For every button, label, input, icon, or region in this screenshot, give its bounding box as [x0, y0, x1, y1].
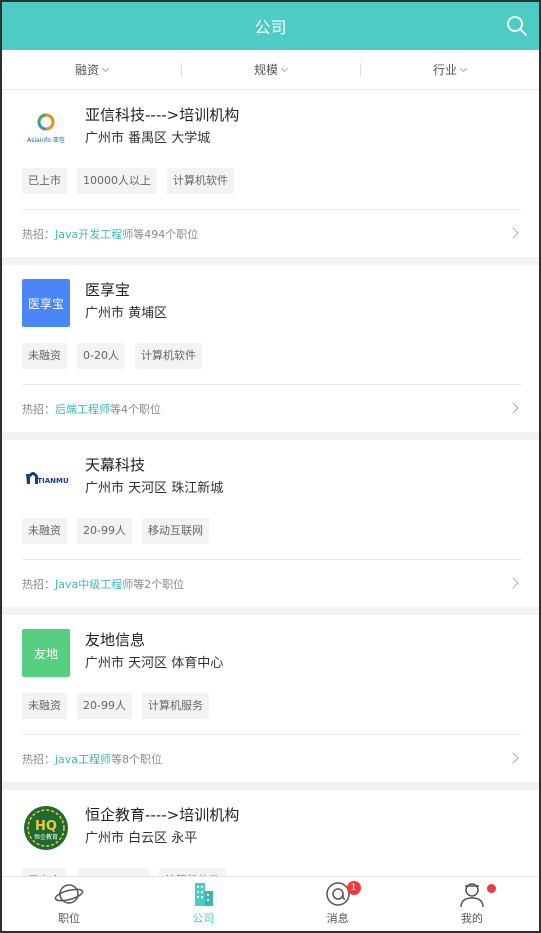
company-name: 亚信科技---->培训机构: [85, 106, 240, 124]
chevron-down-icon: [280, 64, 289, 72]
tag-industry: 移动互联网: [141, 518, 209, 544]
tag-size: 0-20人: [77, 343, 125, 369]
company-address: 广州市 天河区 体育中心: [85, 656, 224, 671]
tab-jobs-label: 职位: [58, 912, 81, 925]
company-logo-tianmu: TIANMU: [22, 454, 70, 502]
tag-funding: 未融资: [22, 693, 67, 719]
hot-suffix: 等2个职位: [133, 577, 185, 591]
tag-size: [77, 868, 149, 876]
tag-industry: 计算机软件: [134, 343, 202, 369]
hot-job-link[interactable]: Java开发工程师: [55, 226, 133, 242]
tag-size: 20-99人: [77, 693, 132, 719]
company-address: 广州市 天河区 珠江新城: [85, 481, 224, 496]
bottom-tab-bar: 职位 公司 1 消息 我的: [2, 876, 539, 931]
tab-companies[interactable]: 公司: [136, 877, 270, 931]
company-name: 天幕科技: [85, 456, 146, 474]
hot-suffix: 等494个职位: [133, 227, 199, 241]
tab-messages[interactable]: 1 消息: [271, 877, 405, 931]
unread-badge: 1: [346, 881, 361, 895]
tag-funding: 未融资: [22, 518, 67, 544]
hot-prefix: 热招：: [22, 752, 55, 766]
company-card[interactable]: Asiainfo 亚信 亚信科技---->培训机构 广州市 番禺区 大学城 已上…: [2, 90, 539, 257]
notification-dot: [486, 884, 496, 893]
tab-messages-label: 消息: [326, 912, 349, 925]
company-name: 医享宝: [85, 281, 131, 299]
company-logo-hengqi: HQ 恒企教育: [22, 804, 70, 852]
company-logo-asiainfo: Asiainfo 亚信: [22, 104, 70, 152]
company-card[interactable]: 医享宝 医享宝 广州市 黄埔区 未融资 0-20人 计算机软件 热招： 后端工程师…: [2, 265, 539, 432]
tab-profile-label: 我的: [460, 912, 483, 925]
company-logo: 友地: [22, 629, 70, 677]
chevron-right-icon: [507, 577, 519, 589]
filter-industry[interactable]: 行业: [360, 50, 539, 90]
company-name: 友地信息: [85, 631, 146, 649]
company-address: 广州市 白云区 永平: [85, 831, 198, 846]
tab-jobs[interactable]: 职位: [2, 877, 136, 931]
tag-funding: 未融资: [22, 343, 67, 369]
company-name: 恒企教育---->培训机构: [85, 806, 240, 824]
hot-job-link[interactable]: 后端工程师: [55, 401, 110, 417]
chevron-down-icon: [101, 64, 110, 72]
planet-icon: [54, 884, 84, 904]
tag-size: 20-99人: [77, 518, 132, 544]
svg-text:HQ: HQ: [35, 819, 57, 834]
hot-jobs-row[interactable]: 热招： Java中级工程师 等2个职位: [22, 559, 521, 607]
company-address: 广州市 番禺区 大学城: [85, 131, 211, 146]
tag-industry: 计算机软件: [167, 168, 234, 194]
filter-funding-label: 融资: [74, 62, 99, 77]
company-card[interactable]: HQ 恒企教育 恒企教育---->培训机构 广州市 白云区 永平 已上市 计算机…: [2, 790, 539, 876]
filter-bar: 融资 规模 行业: [2, 50, 539, 90]
tab-profile[interactable]: 我的: [405, 877, 539, 931]
logo-text: Asiainfo 亚信: [27, 136, 65, 144]
page-title: 公司: [254, 18, 287, 37]
top-bar: 公司: [2, 2, 539, 50]
tag-funding: 已上市: [22, 868, 67, 876]
profile-icon: [460, 883, 484, 908]
company-card[interactable]: 友地 友地信息 广州市 天河区 体育中心 未融资 20-99人 计算机服务 热招…: [2, 615, 539, 782]
filter-size[interactable]: 规模: [181, 50, 360, 90]
company-logo: 医享宝: [22, 279, 70, 327]
tab-companies-label: 公司: [192, 912, 215, 925]
hot-suffix: 等8个职位: [111, 752, 163, 766]
hot-suffix: 等4个职位: [110, 402, 161, 416]
tag-industry: 计算机服务: [141, 693, 209, 719]
chevron-down-icon: [459, 64, 468, 72]
hot-jobs-row[interactable]: 热招： java工程师 等8个职位: [22, 734, 521, 782]
tag-industry: 计算机软件: [159, 868, 226, 876]
filter-size-label: 规模: [253, 62, 278, 77]
chevron-right-icon: [507, 402, 519, 414]
filter-funding[interactable]: 融资: [2, 50, 181, 90]
building-icon: [195, 883, 214, 906]
company-card[interactable]: TIANMU 天幕科技 广州市 天河区 珠江新城 未融资 20-99人 移动互联…: [2, 440, 539, 607]
hot-prefix: 热招：: [22, 227, 55, 241]
company-address: 广州市 黄埔区: [85, 306, 168, 321]
tag-funding: 已上市: [22, 168, 67, 194]
logo-text: TIANMU: [37, 477, 69, 485]
chevron-right-icon: [507, 227, 519, 239]
filter-industry-label: 行业: [432, 62, 457, 77]
logo-text: 恒企教育: [34, 833, 58, 841]
company-list: Asiainfo 亚信 亚信科技---->培训机构 广州市 番禺区 大学城 已上…: [2, 90, 539, 876]
hot-prefix: 热招：: [22, 577, 55, 591]
hot-jobs-row[interactable]: 热招： 后端工程师 等4个职位: [22, 384, 521, 432]
hot-jobs-row[interactable]: 热招： Java开发工程师 等494个职位: [22, 209, 521, 257]
hot-job-link[interactable]: java工程师: [55, 751, 111, 767]
tag-size: 10000人以上: [77, 168, 157, 194]
search-icon[interactable]: [505, 14, 529, 38]
chevron-right-icon: [507, 752, 519, 764]
hot-job-link[interactable]: Java中级工程师: [55, 576, 133, 592]
hot-prefix: 热招：: [22, 402, 55, 416]
